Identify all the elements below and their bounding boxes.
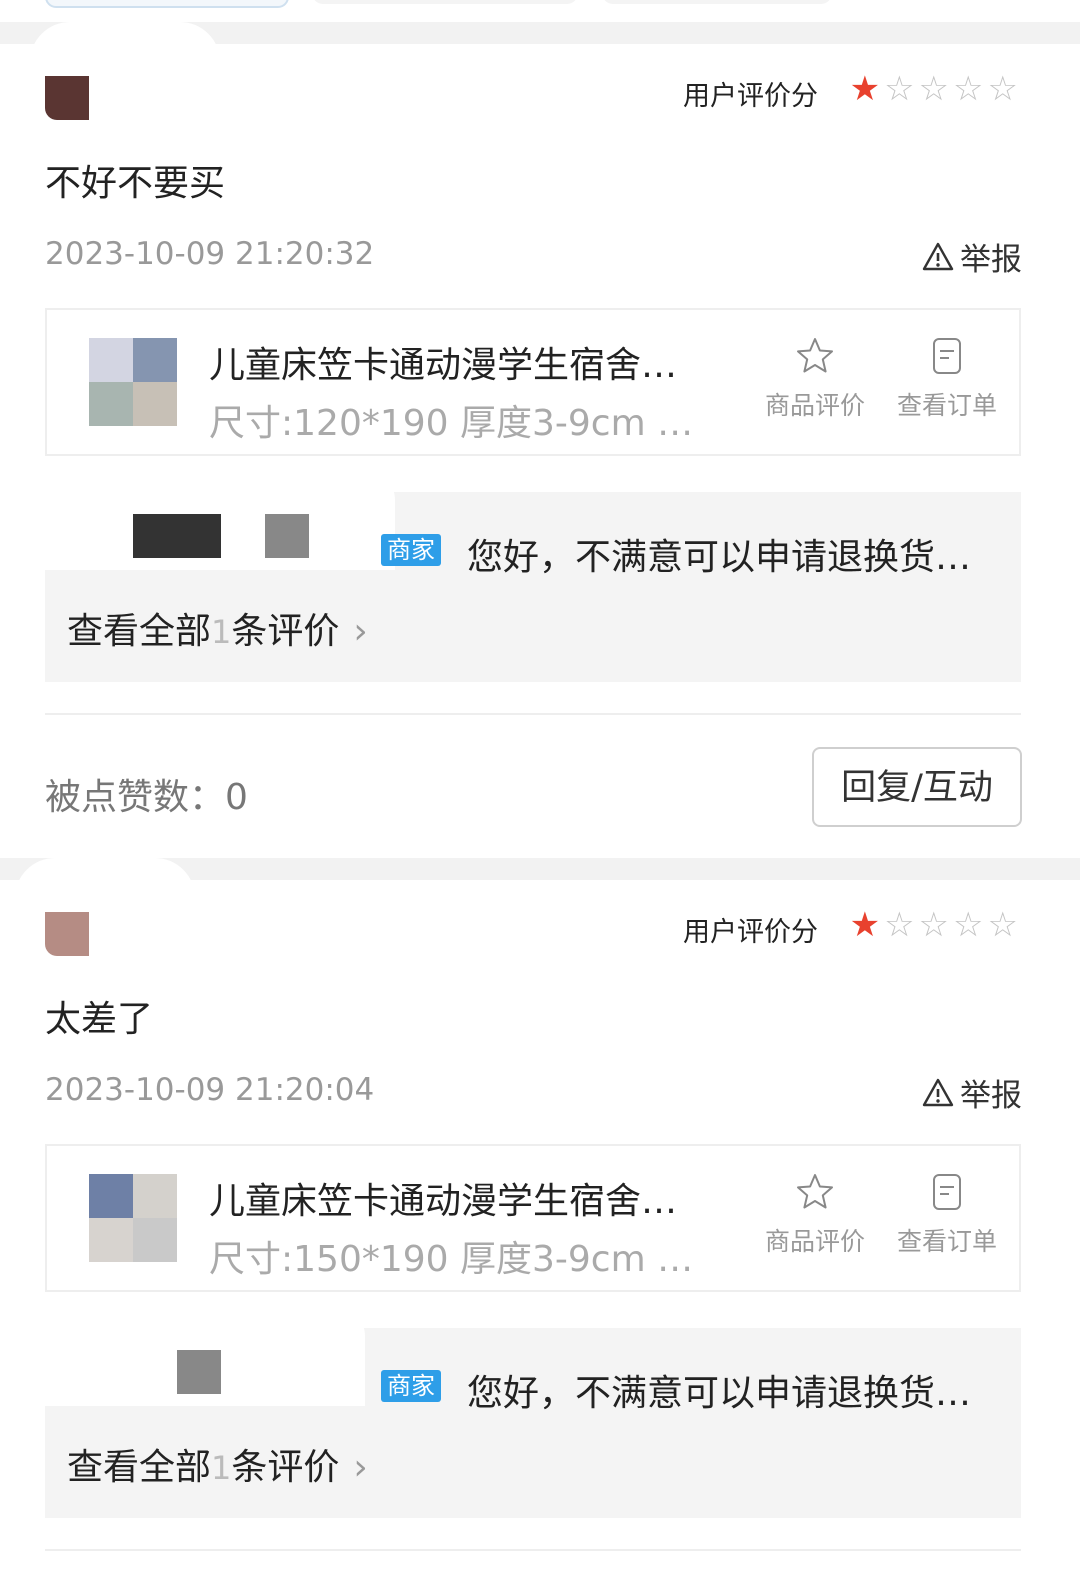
- star-filled-icon: ★: [849, 905, 885, 945]
- redacted-block: [133, 514, 221, 558]
- order-doc-icon: [933, 338, 961, 374]
- product-review-label: 商品评价: [764, 391, 865, 420]
- star-empty-icon: ☆: [987, 69, 1022, 109]
- review-card: 用户评价分 ★☆☆☆☆ 太差了 2023-10-09 21:20:04 举报 儿…: [0, 858, 1080, 1588]
- review-card: 用户评价分 ★☆☆☆☆ 不好不要买 2023-10-09 21:20:32 举报…: [0, 22, 1080, 858]
- product-review-action[interactable]: 商品评价: [755, 1172, 875, 1258]
- merchant-reply-box[interactable]: 商家 您好，不满意可以申请退换货… 查看全部1条评价 ›: [45, 470, 1021, 682]
- score-label: 用户评价分: [683, 917, 818, 948]
- view-all-count: 1: [211, 1449, 232, 1487]
- rating-stars: ★☆☆☆☆: [850, 72, 1022, 106]
- product-row[interactable]: 儿童床笠卡通动漫学生宿舍… 尺寸:120*190 厚度3-9cm … 商品评价 …: [45, 308, 1021, 456]
- star-filled-icon: ★: [849, 69, 885, 109]
- rating-stars: ★☆☆☆☆: [850, 908, 1022, 942]
- product-row[interactable]: 儿童床笠卡通动漫学生宿舍… 尺寸:150*190 厚度3-9cm … 商品评价 …: [45, 1144, 1021, 1292]
- product-thumbnail[interactable]: [89, 338, 177, 426]
- view-order-action[interactable]: 查看订单: [887, 336, 1007, 422]
- score-label: 用户评价分: [683, 81, 818, 112]
- star-outline-icon: [797, 1174, 833, 1209]
- filter-pill[interactable]: [312, 0, 578, 4]
- view-all-suffix: 条评价: [231, 1447, 340, 1488]
- view-all-suffix: 条评价: [231, 611, 340, 652]
- divider: [45, 713, 1021, 715]
- chevron-right-icon: ›: [353, 611, 368, 652]
- star-empty-icon: ☆: [918, 905, 954, 945]
- filter-bar: [0, 0, 1080, 22]
- card-tab: [30, 22, 220, 62]
- report-button[interactable]: 举报: [922, 1070, 1022, 1115]
- warning-icon: [922, 1078, 954, 1106]
- review-text: 太差了: [45, 999, 154, 1040]
- product-spec: 尺寸:120*190 厚度3-9cm …: [209, 403, 694, 444]
- star-outline-icon: [797, 338, 833, 373]
- review-time: 2023-10-09 21:20:04: [45, 1072, 375, 1108]
- product-review-action[interactable]: 商品评价: [755, 336, 875, 422]
- star-empty-icon: ☆: [987, 905, 1022, 945]
- view-all-reviews-link[interactable]: 查看全部1条评价 ›: [67, 1438, 368, 1490]
- merchant-reply-box[interactable]: 商家 您好，不满意可以申请退换货… 查看全部1条评价 ›: [45, 1306, 1021, 1518]
- merchant-tag: 商家: [381, 1370, 441, 1402]
- view-all-prefix: 查看全部: [67, 611, 212, 652]
- merchant-reply-text: 您好，不满意可以申请退换货…: [467, 1373, 972, 1414]
- like-count: 被点赞数：0: [45, 777, 248, 818]
- merchant-tag: 商家: [381, 534, 441, 566]
- product-spec: 尺寸:150*190 厚度3-9cm …: [209, 1239, 694, 1280]
- star-empty-icon: ☆: [884, 905, 919, 945]
- divider: [45, 1549, 1021, 1551]
- review-text: 不好不要买: [45, 163, 226, 204]
- report-label: 举报: [960, 1078, 1022, 1114]
- view-all-prefix: 查看全部: [67, 1447, 212, 1488]
- view-all-reviews-link[interactable]: 查看全部1条评价 ›: [67, 602, 368, 654]
- product-name[interactable]: 儿童床笠卡通动漫学生宿舍…: [209, 1172, 677, 1224]
- card-tab: [15, 858, 195, 898]
- reply-interact-button[interactable]: 回复/互动: [812, 747, 1022, 827]
- order-doc-icon: [933, 1174, 961, 1210]
- view-order-action[interactable]: 查看订单: [887, 1172, 1007, 1258]
- avatar[interactable]: [45, 76, 89, 120]
- report-label: 举报: [960, 242, 1022, 278]
- star-empty-icon: ☆: [953, 69, 988, 109]
- view-all-count: 1: [211, 613, 232, 651]
- filter-pill-active[interactable]: [45, 0, 289, 8]
- star-empty-icon: ☆: [884, 69, 919, 109]
- warning-icon: [922, 242, 954, 270]
- star-empty-icon: ☆: [918, 69, 954, 109]
- merchant-reply-text: 您好，不满意可以申请退换货…: [467, 537, 972, 578]
- avatar[interactable]: [45, 912, 89, 956]
- product-thumbnail[interactable]: [89, 1174, 177, 1262]
- view-order-label: 查看订单: [896, 391, 997, 420]
- product-review-label: 商品评价: [764, 1227, 865, 1256]
- redacted-block: [177, 1350, 221, 1394]
- chevron-right-icon: ›: [353, 1447, 368, 1488]
- star-empty-icon: ☆: [953, 905, 988, 945]
- view-order-label: 查看订单: [896, 1227, 997, 1256]
- report-button[interactable]: 举报: [922, 234, 1022, 279]
- filter-pill[interactable]: [602, 0, 832, 4]
- redacted-block: [265, 514, 309, 558]
- product-name[interactable]: 儿童床笠卡通动漫学生宿舍…: [209, 336, 677, 388]
- review-time: 2023-10-09 21:20:32: [45, 236, 375, 272]
